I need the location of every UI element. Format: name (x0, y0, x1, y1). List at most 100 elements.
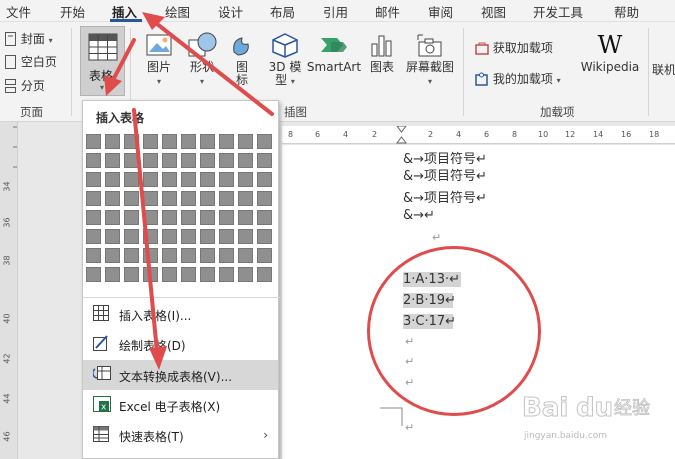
table-grid-cell[interactable] (219, 229, 234, 244)
tab-design[interactable]: 设计 (218, 2, 243, 21)
table-grid-cell[interactable] (143, 248, 158, 263)
table-grid-cell[interactable] (219, 191, 234, 206)
table-grid-cell[interactable] (124, 153, 139, 168)
table-grid-cell[interactable] (162, 210, 177, 225)
table-grid-cell[interactable] (162, 191, 177, 206)
convert-text-to-table-menu-item[interactable]: 文本转换成表格(V)... (83, 360, 278, 390)
my-addins-button[interactable]: 我的加载项 ▾ (475, 70, 561, 87)
table-grid-cell[interactable] (105, 210, 120, 225)
table-grid-cell[interactable] (105, 172, 120, 187)
table-grid-cell[interactable] (200, 229, 215, 244)
table-size-grid[interactable] (86, 134, 277, 288)
table-grid-cell[interactable] (257, 229, 272, 244)
table-grid-cell[interactable] (124, 172, 139, 187)
table-grid-cell[interactable] (238, 229, 253, 244)
table-grid-cell[interactable] (162, 134, 177, 149)
smartart-button[interactable]: SmartArt (306, 32, 362, 74)
table-grid-cell[interactable] (105, 248, 120, 263)
table-grid-cell[interactable] (181, 191, 196, 206)
table-grid-cell[interactable] (200, 153, 215, 168)
picture-button[interactable]: 图片 ▾ (140, 32, 178, 88)
tab-help[interactable]: 帮助 (614, 2, 639, 21)
table-grid-cell[interactable] (86, 229, 101, 244)
tab-mailings[interactable]: 邮件 (375, 2, 400, 21)
table-grid-cell[interactable] (181, 229, 196, 244)
table-grid-cell[interactable] (238, 267, 253, 282)
table-grid-cell[interactable] (219, 210, 234, 225)
table-grid-cell[interactable] (162, 267, 177, 282)
tab-review[interactable]: 审阅 (428, 2, 453, 21)
table-grid-cell[interactable] (181, 134, 196, 149)
table-grid-cell[interactable] (257, 191, 272, 206)
quick-tables-menu-item[interactable]: 快速表格(T) › (83, 420, 278, 450)
table-grid-cell[interactable] (257, 210, 272, 225)
tab-view[interactable]: 视图 (481, 2, 506, 21)
table-grid-cell[interactable] (143, 191, 158, 206)
tab-home[interactable]: 开始 (60, 2, 85, 21)
table-grid-cell[interactable] (162, 172, 177, 187)
excel-spreadsheet-menu-item[interactable]: x Excel 电子表格(X) (83, 390, 278, 420)
table-grid-cell[interactable] (200, 267, 215, 282)
icons-button[interactable]: 图 标 (226, 32, 258, 87)
tab-layout[interactable]: 布局 (270, 2, 295, 21)
table-grid-cell[interactable] (86, 191, 101, 206)
table-grid-cell[interactable] (105, 134, 120, 149)
chart-button[interactable]: 图表 (366, 32, 398, 74)
table-grid-cell[interactable] (257, 172, 272, 187)
table-grid-cell[interactable] (200, 134, 215, 149)
table-grid-cell[interactable] (257, 134, 272, 149)
table-grid-cell[interactable] (124, 229, 139, 244)
table-grid-cell[interactable] (238, 172, 253, 187)
table-grid-cell[interactable] (105, 191, 120, 206)
bullet-line[interactable]: &→↵ (403, 208, 435, 223)
table-grid-cell[interactable] (162, 248, 177, 263)
table-grid-cell[interactable] (200, 210, 215, 225)
table-grid-cell[interactable] (105, 153, 120, 168)
table-grid-cell[interactable] (181, 267, 196, 282)
table-grid-cell[interactable] (181, 172, 196, 187)
blank-page-button[interactable]: 空白页 (4, 53, 57, 70)
bullet-line[interactable]: &→项目符号↵ (403, 187, 487, 206)
screenshot-button[interactable]: 屏幕截图 ▾ (402, 32, 458, 88)
table-grid-cell[interactable] (200, 248, 215, 263)
tab-file[interactable]: 文件 (6, 2, 31, 21)
table-grid-cell[interactable] (86, 248, 101, 263)
table-grid-cell[interactable] (86, 172, 101, 187)
table-grid-cell[interactable] (200, 191, 215, 206)
table-grid-cell[interactable] (124, 248, 139, 263)
table-grid-cell[interactable] (124, 134, 139, 149)
table-grid-cell[interactable] (143, 229, 158, 244)
table-grid-cell[interactable] (124, 267, 139, 282)
get-addins-button[interactable]: 获取加载项 (475, 39, 553, 56)
table-grid-cell[interactable] (219, 134, 234, 149)
cover-page-button[interactable]: 封面 ▾ (4, 30, 53, 47)
table-grid-cell[interactable] (181, 248, 196, 263)
table-grid-cell[interactable] (143, 210, 158, 225)
table-grid-cell[interactable] (143, 153, 158, 168)
bullet-line[interactable]: &→项目符号↵ (403, 165, 487, 184)
table-grid-cell[interactable] (181, 210, 196, 225)
3d-model-button[interactable]: 3D 模 型 ▾ (264, 32, 306, 88)
table-grid-cell[interactable] (219, 153, 234, 168)
insert-table-menu-item[interactable]: 插入表格(I)... (83, 299, 278, 329)
tab-references[interactable]: 引用 (323, 2, 348, 21)
page-break-button[interactable]: 分页 (4, 77, 45, 94)
table-grid-cell[interactable] (238, 248, 253, 263)
table-grid-cell[interactable] (257, 267, 272, 282)
table-grid-cell[interactable] (219, 267, 234, 282)
tab-draw[interactable]: 绘图 (165, 2, 190, 21)
shapes-button[interactable]: 形状 ▾ (183, 32, 221, 88)
table-grid-cell[interactable] (238, 210, 253, 225)
table-grid-cell[interactable] (105, 267, 120, 282)
table-grid-cell[interactable] (86, 153, 101, 168)
table-grid-cell[interactable] (181, 153, 196, 168)
table-grid-cell[interactable] (162, 229, 177, 244)
table-grid-cell[interactable] (200, 172, 215, 187)
draw-table-menu-item[interactable]: 绘制表格(D) (83, 329, 278, 359)
table-grid-cell[interactable] (219, 172, 234, 187)
insert-table-button[interactable]: 表格 ▾ (80, 26, 125, 96)
table-grid-cell[interactable] (86, 267, 101, 282)
table-grid-cell[interactable] (124, 191, 139, 206)
table-grid-cell[interactable] (124, 210, 139, 225)
table-grid-cell[interactable] (86, 134, 101, 149)
